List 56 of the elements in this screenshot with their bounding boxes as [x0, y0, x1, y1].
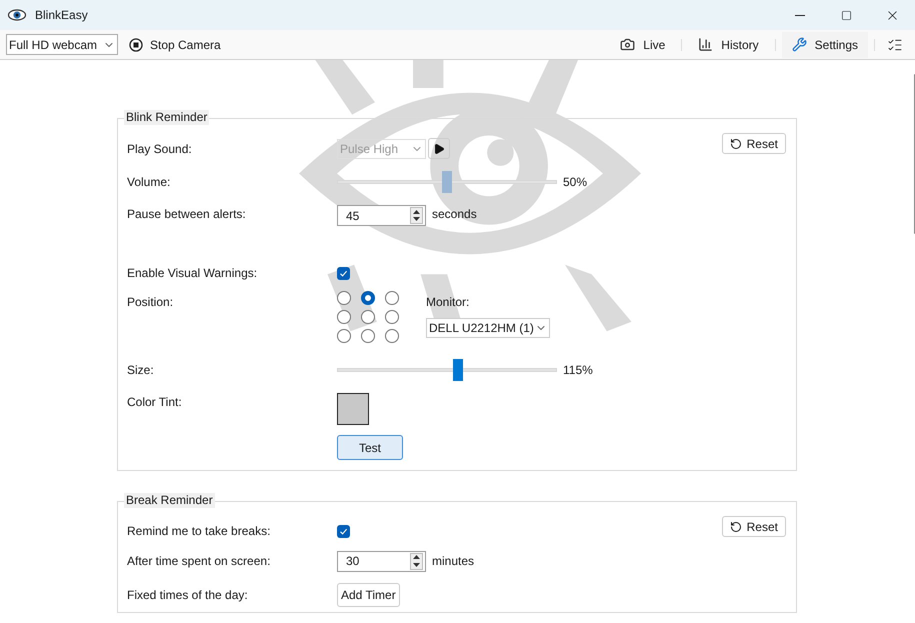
minimize-icon — [795, 14, 805, 16]
test-button[interactable]: Test — [337, 435, 403, 460]
radio-button[interactable] — [337, 329, 351, 343]
nav-tab[interactable]: History — [688, 32, 769, 58]
field-label: Pause between alerts: — [127, 206, 247, 223]
radio-button[interactable] — [385, 310, 399, 324]
field-label: Fixed times of the day: — [127, 587, 249, 604]
field-label: Enable Visual Warnings: — [127, 265, 258, 282]
undo-icon — [730, 138, 742, 150]
checkbox[interactable] — [337, 524, 350, 538]
window-title: BlinkEasy — [35, 7, 88, 24]
stop-camera-button[interactable]: Stop Camera — [129, 36, 221, 54]
field-label: Position: — [127, 294, 174, 311]
unit-label: seconds — [432, 206, 477, 223]
add-timer-button[interactable]: Add Timer — [337, 583, 400, 607]
nav-tab[interactable]: Settings — [782, 32, 868, 58]
field-label: Volume: — [127, 174, 172, 191]
color-swatch[interactable] — [337, 393, 369, 425]
camera-dropdown[interactable]: Full HD webcam — [6, 34, 118, 55]
eye-logo-icon — [8, 9, 26, 21]
stop-record-icon — [129, 38, 143, 52]
section-title: Break Reminder — [124, 493, 215, 508]
checkbox[interactable] — [337, 266, 350, 280]
field-label: Size: — [127, 362, 155, 379]
slider-thumb[interactable] — [452, 359, 463, 381]
size-reading: 115% — [563, 362, 593, 379]
radio-button[interactable] — [361, 291, 375, 305]
monitor-dropdown[interactable]: DELL U2212HM (1) — [426, 318, 550, 338]
field-label: Remind me to take breaks: — [127, 523, 272, 540]
nav-tab[interactable]: Live — [610, 32, 676, 58]
maximize-icon — [840, 10, 852, 20]
field-label: Monitor: — [426, 294, 470, 311]
wrench-icon — [792, 37, 807, 52]
undo-icon — [730, 520, 742, 532]
field-label: Color Tint: — [127, 394, 183, 411]
checkmark-icon — [339, 526, 348, 536]
play-button[interactable] — [428, 138, 450, 159]
section-title: Blink Reminder — [124, 110, 210, 125]
reset-button[interactable]: Reset — [722, 516, 786, 537]
spinner-arrows-icon[interactable] — [410, 207, 423, 224]
checkmark-icon — [339, 268, 348, 278]
radio-button[interactable] — [337, 310, 351, 324]
field-label: After time spent on screen: — [127, 553, 272, 570]
volume-reading: 50% — [563, 174, 588, 191]
camera-icon — [620, 37, 636, 52]
number-field[interactable]: 45 — [337, 205, 426, 226]
radio-button[interactable] — [385, 329, 399, 343]
radio-button[interactable] — [361, 329, 375, 343]
bar-chart-icon — [698, 37, 714, 52]
play-icon — [433, 142, 445, 154]
field-label: Play Sound: — [127, 140, 193, 158]
radio-button[interactable] — [385, 291, 399, 305]
reset-button[interactable]: Reset — [722, 133, 786, 154]
number-field[interactable]: 30 — [337, 550, 426, 572]
unit-label: minutes — [432, 553, 474, 570]
spinner-arrows-icon[interactable] — [410, 552, 423, 570]
